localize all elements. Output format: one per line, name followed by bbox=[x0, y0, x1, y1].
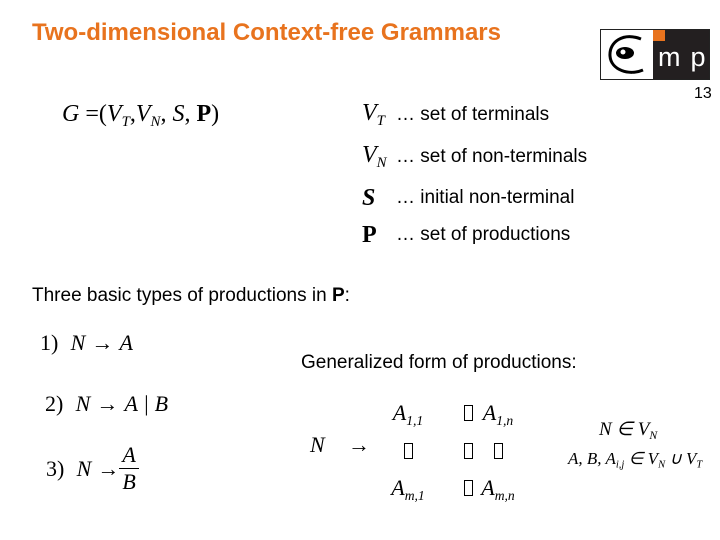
general-arrow: → bbox=[348, 432, 370, 457]
logo-letters: mp bbox=[658, 42, 716, 72]
page-number: 13 bbox=[694, 85, 712, 102]
definition-productions: P … set of productions bbox=[362, 221, 571, 248]
production-type-2: 2) N → A | B bbox=[45, 391, 169, 416]
eye-logo-icon bbox=[601, 30, 653, 79]
cmp-logo: mp bbox=[600, 29, 710, 80]
definition-terminals: VT … set of terminals bbox=[362, 99, 550, 130]
definition-initial: S … initial non-terminal bbox=[362, 184, 575, 211]
production-matrix: A1,1 A1,n Am,1 Am,n bbox=[391, 400, 515, 503]
production-type-1: 1) N → A bbox=[40, 330, 133, 355]
definition-non-terminals: VN … set of non-terminals bbox=[362, 141, 588, 172]
condition-n: N ∈ VN bbox=[599, 419, 658, 443]
fraction: A B bbox=[119, 442, 139, 495]
slide-title: Two-dimensional Context-free Grammars bbox=[32, 19, 501, 46]
productions-intro: Three basic types of productions in P: bbox=[32, 285, 350, 306]
grammar-definition: G =(VT,VN, S, P) bbox=[62, 101, 220, 131]
logo-accent bbox=[653, 30, 665, 41]
generalized-label: Generalized form of productions: bbox=[301, 352, 577, 373]
general-lhs: N bbox=[310, 432, 325, 457]
condition-symbols: A, B, Ai,j ∈ VN ∪ VT bbox=[568, 449, 703, 471]
production-type-3: 3) N → A B bbox=[46, 442, 139, 495]
